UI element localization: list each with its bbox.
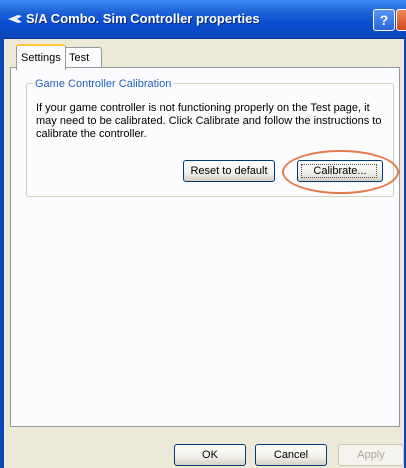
help-button[interactable]: ? [373,9,395,31]
tab-test[interactable]: Test [64,47,102,68]
controller-icon [8,15,22,23]
properties-dialog: S/A Combo. Sim Controller properties ? S… [0,0,406,468]
close-button[interactable] [396,9,406,31]
window-title: S/A Combo. Sim Controller properties [26,11,260,26]
cancel-button[interactable]: Cancel [255,444,327,466]
window-border-left [0,38,4,468]
apply-button[interactable]: Apply [338,444,404,466]
calibration-description: If your game controller is not functioni… [36,102,382,140]
calibrate-button[interactable]: Calibrate... [297,160,383,182]
calibration-group-title: Game Controller Calibration [33,78,174,90]
reset-to-default-button[interactable]: Reset to default [183,160,275,182]
tab-settings[interactable]: Settings [16,44,66,70]
ok-button[interactable]: OK [174,444,246,466]
title-bar[interactable]: S/A Combo. Sim Controller properties ? [0,0,406,39]
